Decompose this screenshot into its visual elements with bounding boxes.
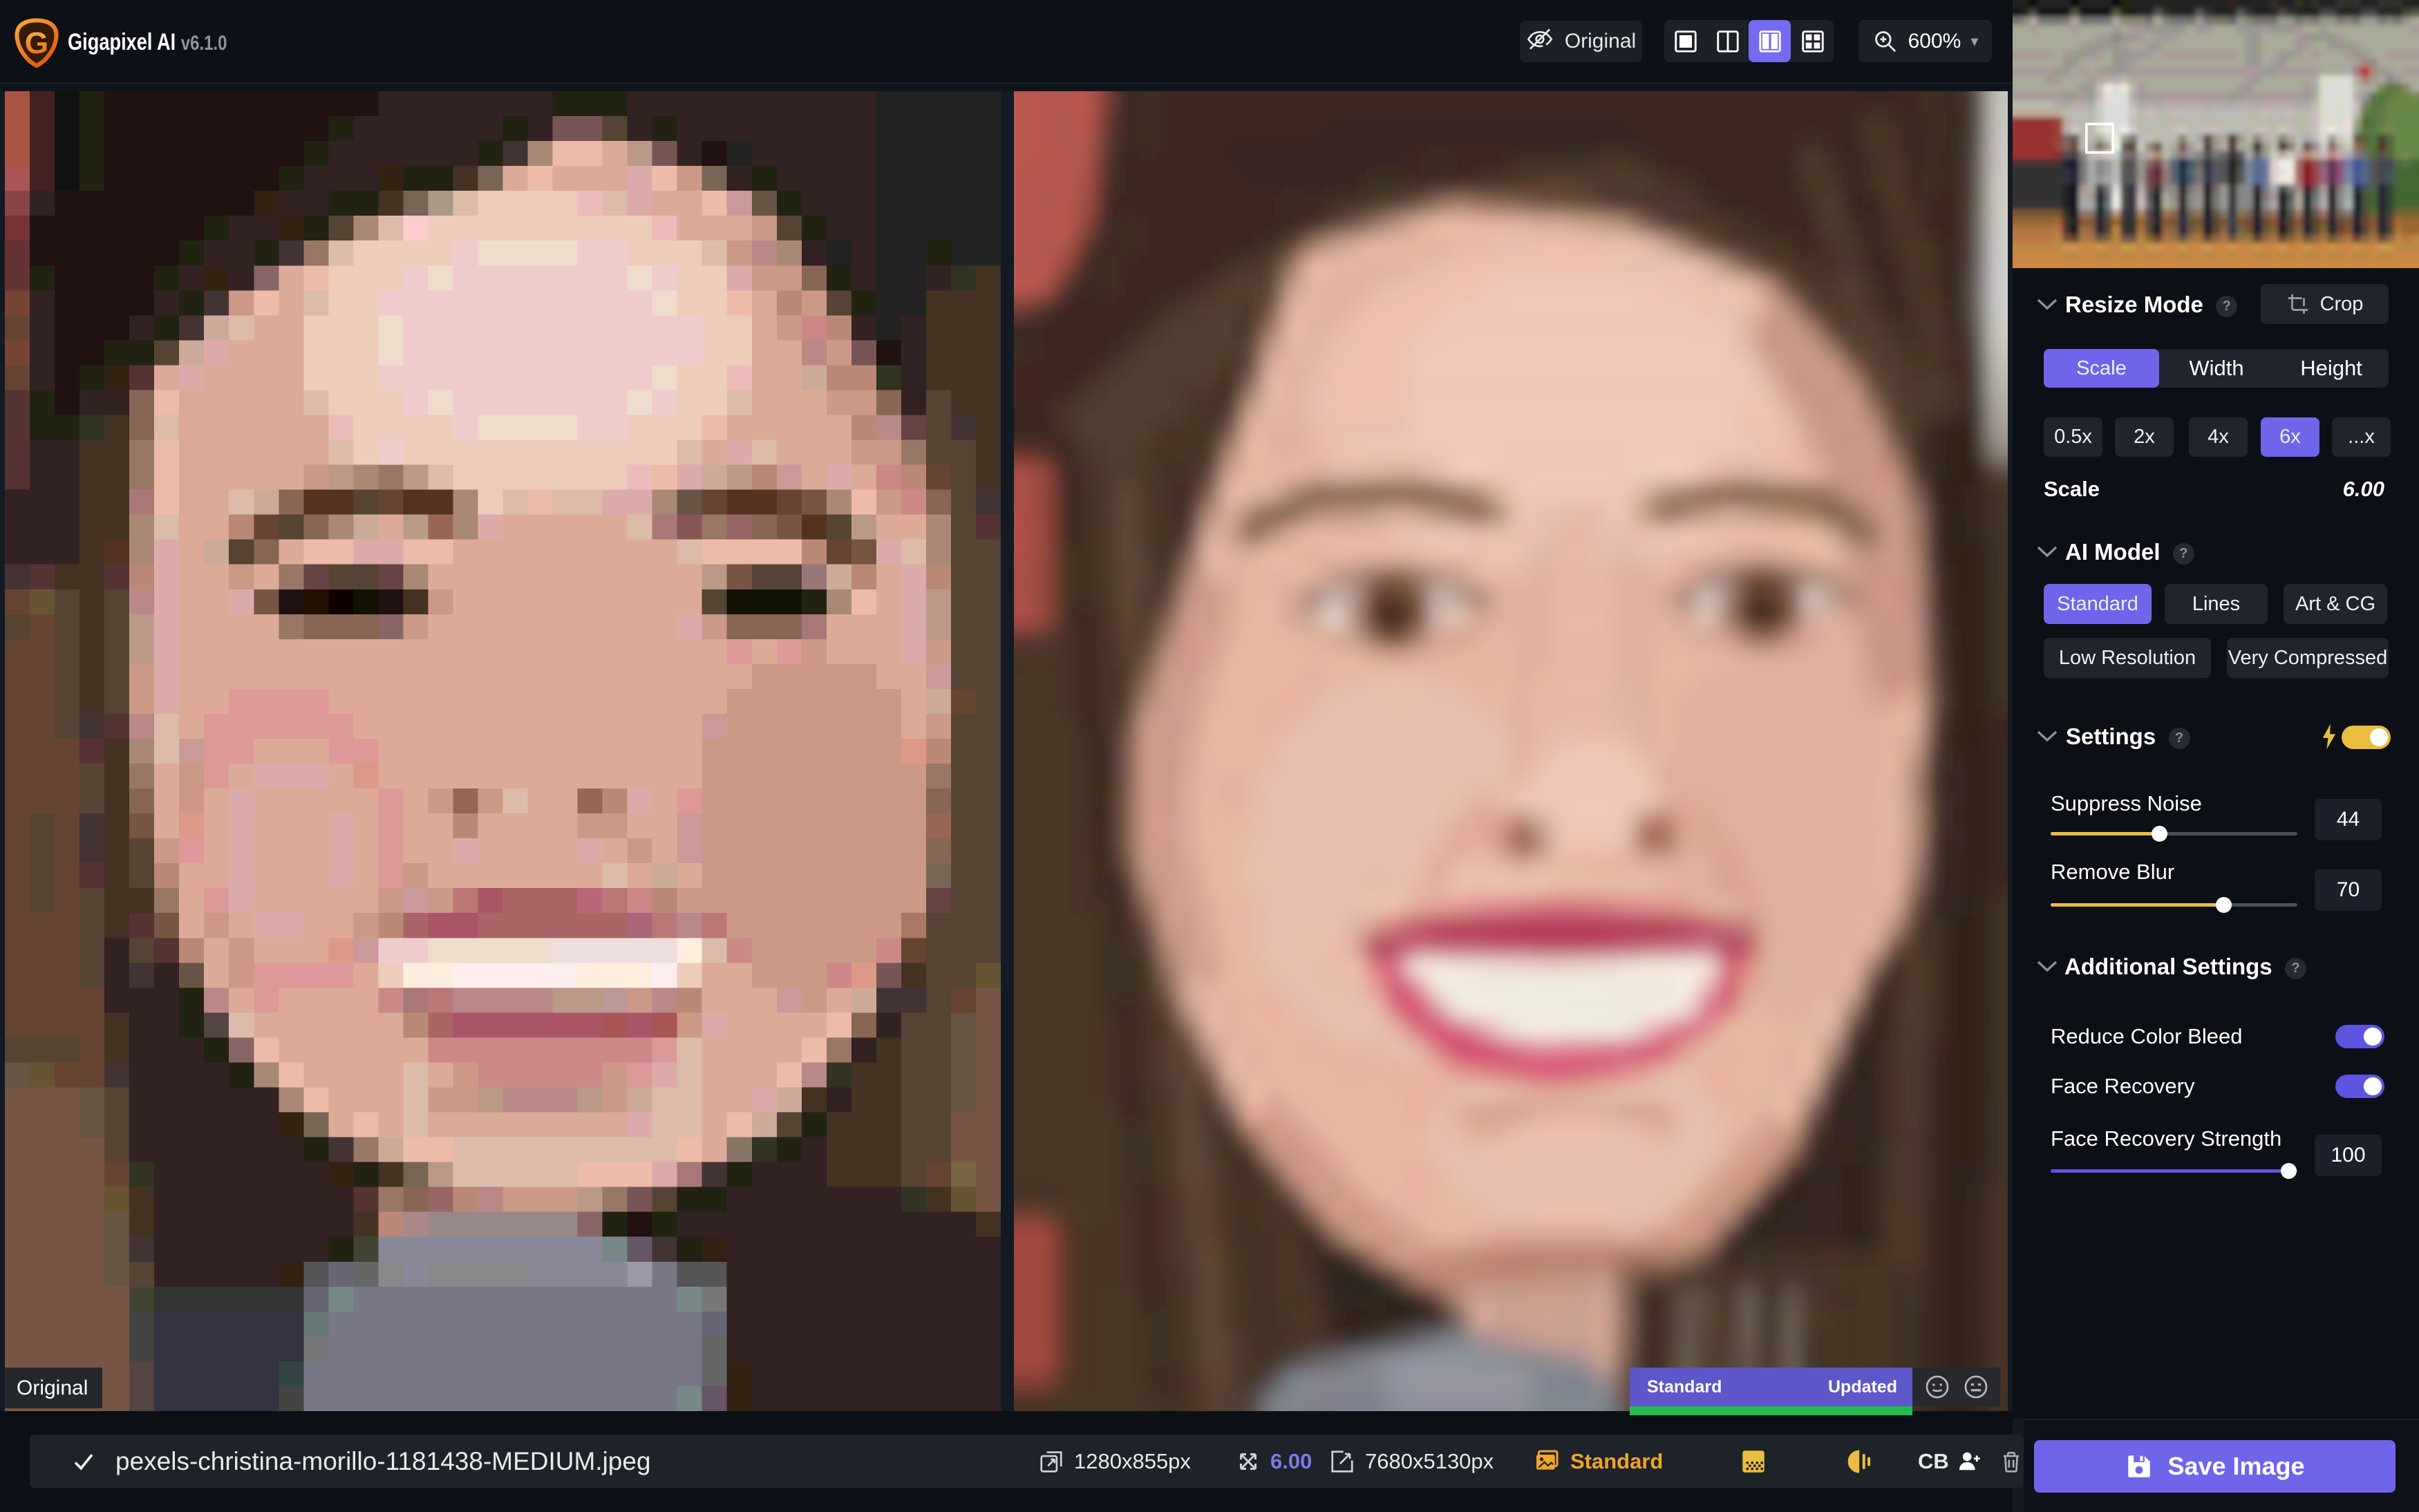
svg-text:G: G <box>25 26 48 60</box>
